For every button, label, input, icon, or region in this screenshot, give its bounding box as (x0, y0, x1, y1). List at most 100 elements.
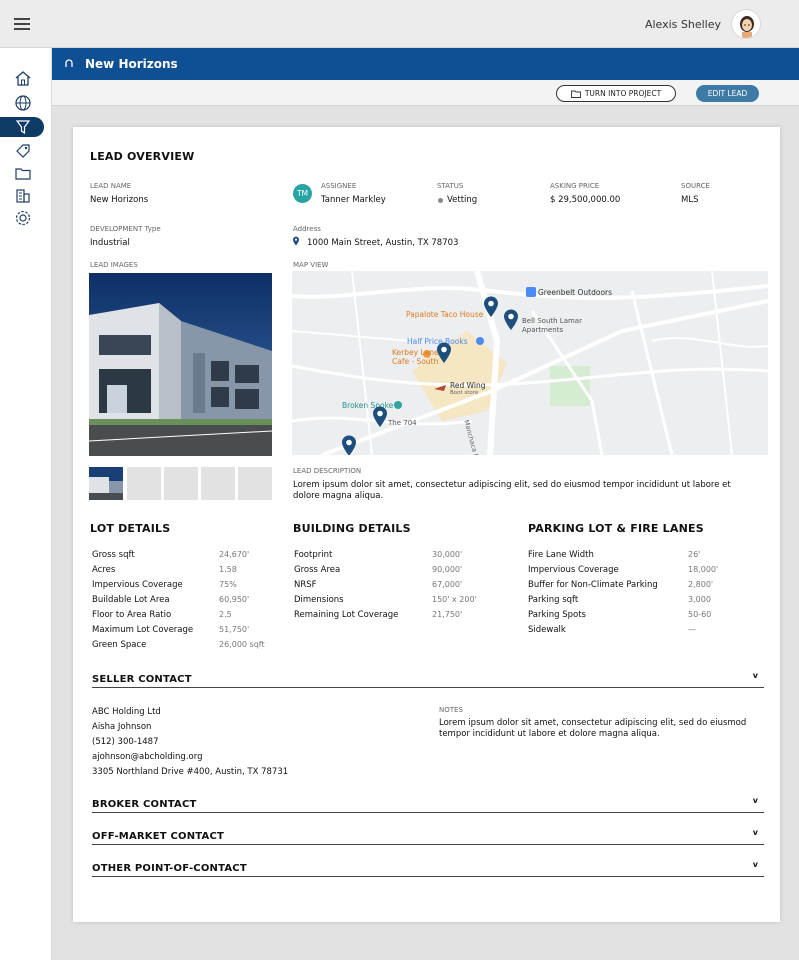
lot-details-row-label: Maximum Lot Coverage (92, 625, 194, 635)
map-pin-icon[interactable] (483, 296, 499, 318)
parking-row-value: 3,000 (688, 595, 711, 604)
seller-contact-header[interactable]: SELLER CONTACT v (92, 671, 764, 688)
image-thumbnail-1[interactable] (89, 467, 123, 500)
parking-row-label: Sidewalk (528, 625, 566, 635)
lot-details-row-label: Buildable Lot Area (92, 595, 170, 605)
lot-details-row-label: Green Space (92, 640, 147, 650)
seller-name: Aisha Johnson (92, 722, 152, 732)
user-avatar[interactable] (731, 9, 761, 39)
seller-address: 3305 Northland Drive #400, Austin, TX 78… (92, 767, 289, 777)
asking-price-value: $ 29,500,000.00 (550, 195, 621, 205)
map-pin-icon[interactable] (503, 309, 519, 331)
seller-company: ABC Holding Ltd (92, 707, 161, 717)
lead-card: LEAD OVERVIEW LEAD NAME New Horizons TM … (73, 127, 780, 922)
lead-name-value: New Horizons (90, 195, 149, 205)
map-label-bell: Bell South Lamar Apartments (522, 317, 582, 334)
building-details-row-label: Footprint (294, 550, 333, 560)
lead-description-text: Lorem ipsum dolor sit amet, consectetur … (293, 480, 731, 501)
folder-icon[interactable] (14, 164, 32, 182)
seller-contact-title: SELLER CONTACT (92, 674, 192, 685)
top-bar: Alexis Shelley (0, 0, 799, 48)
parking-row-value: 50-60 (688, 610, 712, 619)
turn-into-project-label: TURN INTO PROJECT (584, 89, 662, 98)
parking-row-value: 26' (688, 550, 701, 559)
lead-name-label: LEAD NAME (90, 182, 132, 190)
parking-row-label: Impervious Coverage (528, 565, 619, 575)
home-icon[interactable] (14, 70, 32, 88)
building-details-row-label: Dimensions (294, 595, 344, 605)
chevron-down-icon[interactable]: v (753, 671, 758, 680)
lead-description-label: LEAD DESCRIPTION (293, 467, 362, 475)
broker-contact-title: BROKER CONTACT (92, 799, 197, 810)
map-roads (292, 271, 768, 455)
development-type-value: Industrial (90, 238, 130, 248)
image-thumbnail-4[interactable] (201, 467, 235, 500)
other-contact-title: OTHER POINT-OF-CONTACT (92, 863, 247, 874)
hamburger-menu-icon[interactable] (14, 18, 30, 30)
seller-email[interactable]: ajohnson@abcholding.org (92, 752, 202, 762)
folder-icon (570, 90, 581, 98)
image-thumbnail-5[interactable] (238, 467, 272, 500)
seller-phone[interactable]: (512) 300-1487 (92, 737, 158, 747)
other-contact-header[interactable]: OTHER POINT-OF-CONTACT v (92, 860, 764, 877)
lead-overview-title: LEAD OVERVIEW (90, 150, 195, 163)
sidebar-item-leads[interactable] (0, 117, 44, 137)
building-details-row-label: Gross Area (294, 565, 341, 575)
map-view[interactable]: Greenbelt Outdoors Papalote Taco House B… (292, 271, 768, 455)
action-bar: TURN INTO PROJECT EDIT LEAD (52, 80, 799, 106)
broker-contact-header[interactable]: BROKER CONTACT v (92, 796, 764, 813)
back-arrow-icon[interactable] (64, 59, 74, 69)
edit-lead-button[interactable]: EDIT LEAD (696, 85, 759, 102)
asking-price-label: ASKING PRICE (550, 182, 600, 190)
building-details-row-value: 90,000' (432, 565, 463, 574)
map-pin-icon[interactable] (436, 342, 452, 364)
seller-notes-text: Lorem ipsum dolor sit amet, consectetur … (439, 718, 747, 739)
user-name[interactable]: Alexis Shelley (645, 18, 721, 31)
parking-row-label: Buffer for Non-Climate Parking (528, 580, 658, 590)
lead-main-image[interactable] (89, 273, 272, 456)
sidebar (0, 48, 52, 960)
turn-into-project-button[interactable]: TURN INTO PROJECT (556, 85, 676, 102)
building-details-title: BUILDING DETAILS (293, 522, 411, 535)
building-details-row-label: NRSF (294, 580, 317, 590)
lot-details-row-value: 24,670' (219, 550, 250, 559)
image-thumbnail-3[interactable] (164, 467, 198, 500)
lot-details-row-label: Floor to Area Ratio (92, 610, 172, 620)
tag-icon[interactable] (14, 142, 32, 160)
assignee-label: ASSIGNEE (321, 182, 357, 190)
chevron-down-icon[interactable]: v (753, 828, 758, 837)
lot-details-row-label: Gross sqft (92, 550, 135, 560)
lot-details-title: LOT DETAILS (90, 522, 171, 535)
seller-notes-label: NOTES (439, 706, 463, 714)
buildings-icon[interactable] (14, 187, 32, 205)
settings-gear-icon[interactable] (14, 209, 32, 227)
parking-row-value: 18,000' (688, 565, 719, 574)
map-pin-icon[interactable] (372, 406, 388, 428)
building-details-row-label: Remaining Lot Coverage (294, 610, 399, 620)
status-dot-icon (438, 198, 443, 203)
source-value: MLS (681, 195, 699, 205)
map-pin-icon[interactable] (341, 435, 357, 455)
address-label: Address (293, 225, 321, 233)
parking-row-value: — (688, 625, 696, 634)
lot-details-row-value: 2.5 (219, 610, 232, 619)
lot-details-row-value: 75% (219, 580, 237, 589)
development-type-label: DEVELOPMENT Type (90, 225, 161, 233)
off-market-contact-title: OFF-MARKET CONTACT (92, 831, 225, 842)
status-value: Vetting (447, 195, 478, 205)
chevron-down-icon[interactable]: v (753, 796, 758, 805)
building-details-row-value: 30,000' (432, 550, 463, 559)
source-label: SOURCE (681, 182, 710, 190)
chevron-down-icon[interactable]: v (753, 860, 758, 869)
map-label-the704: The 704 (388, 419, 417, 427)
off-market-contact-header[interactable]: OFF-MARKET CONTACT v (92, 828, 764, 845)
map-label-papalote: Papalote Taco House (406, 310, 484, 319)
address-value: 1000 Main Street, Austin, TX 78703 (307, 238, 459, 248)
status-label: STATUS (437, 182, 464, 190)
globe-icon[interactable] (14, 94, 32, 112)
assignee-avatar: TM (293, 184, 312, 203)
location-pin-icon (293, 236, 299, 246)
parking-title: PARKING LOT & FIRE LANES (528, 522, 704, 535)
image-thumbnail-2[interactable] (127, 467, 161, 500)
lead-images-label: LEAD IMAGES (90, 261, 138, 269)
